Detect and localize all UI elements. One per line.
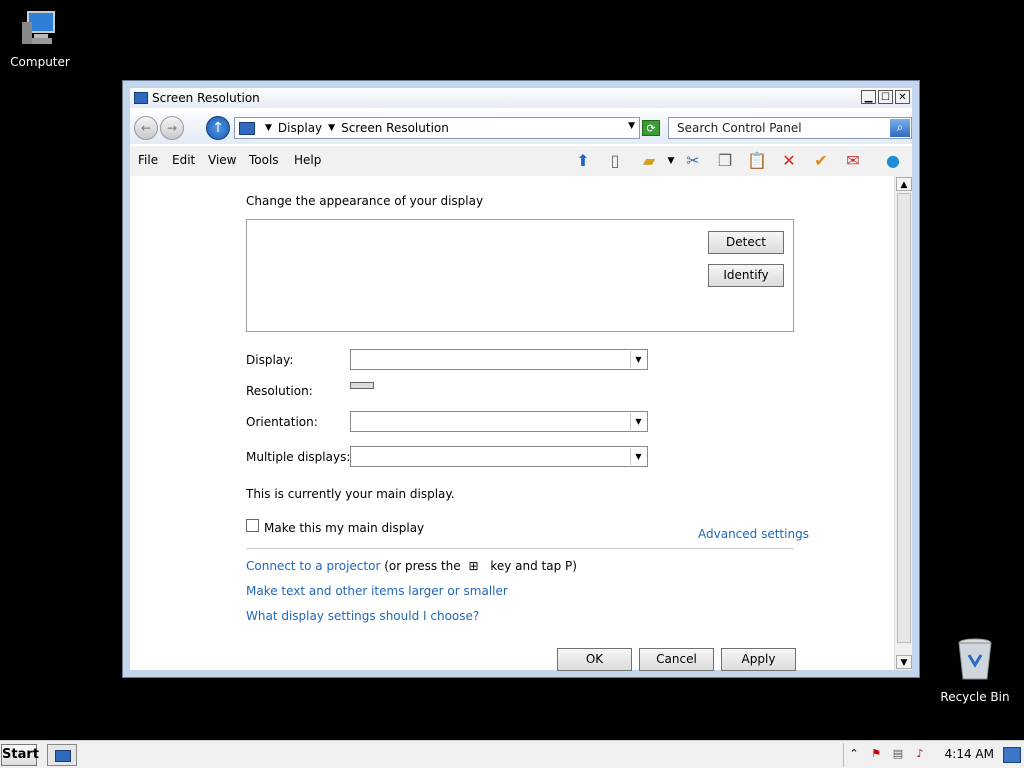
projector-hint-a: (or press the bbox=[384, 559, 461, 573]
clock[interactable]: 4:14 AM bbox=[945, 747, 994, 761]
windows-key-icon: ⊞ bbox=[468, 559, 479, 573]
search-placeholder: Search Control Panel bbox=[677, 121, 802, 135]
monitor-icon bbox=[239, 121, 255, 135]
breadcrumb-display[interactable]: Display bbox=[278, 121, 322, 135]
start-button[interactable]: Start bbox=[1, 744, 39, 766]
address-bar[interactable]: ▼ Display ▼ Screen Resolution ▼ bbox=[234, 117, 640, 139]
computer-icon bbox=[22, 11, 55, 44]
chevron-down-icon[interactable]: ▼ bbox=[630, 448, 646, 465]
search-icon[interactable]: ⌕ bbox=[890, 119, 910, 137]
refresh-button[interactable]: ⟳ bbox=[642, 120, 660, 136]
display-select[interactable]: ▼ bbox=[350, 349, 648, 370]
make-main-display-label[interactable]: Make this my main display bbox=[264, 521, 424, 535]
back-button[interactable]: ← bbox=[134, 116, 158, 140]
monitor-icon bbox=[55, 750, 71, 762]
advanced-settings-link[interactable]: Advanced settings bbox=[698, 527, 809, 541]
maximize-button[interactable]: ☐ bbox=[878, 90, 893, 104]
vertical-scrollbar[interactable]: ▲ ▼ bbox=[894, 176, 912, 670]
content-area: Change the appearance of your display De… bbox=[130, 176, 894, 671]
identify-button[interactable]: Identify bbox=[708, 264, 784, 287]
globe-icon[interactable]: ● bbox=[882, 150, 904, 172]
search-input[interactable]: Search Control Panel ⌕ bbox=[668, 117, 912, 139]
orientation-select[interactable]: ▼ bbox=[350, 411, 648, 432]
menu-tools[interactable]: Tools bbox=[249, 153, 279, 167]
connect-projector-link[interactable]: Connect to a projector bbox=[246, 559, 380, 573]
display-preview[interactable]: Detect Identify bbox=[246, 219, 794, 332]
window-icon bbox=[134, 92, 148, 104]
properties-icon[interactable]: ✉ bbox=[842, 150, 864, 172]
chevron-down-icon[interactable]: ▼ bbox=[660, 150, 682, 172]
title-bar[interactable]: Screen Resolution ▁ ☐ ✕ bbox=[130, 88, 912, 108]
menu-file[interactable]: File bbox=[138, 153, 158, 167]
cancel-button[interactable]: Cancel bbox=[639, 648, 714, 671]
computer-label: Computer bbox=[10, 55, 70, 69]
menu-bar: File Edit View Tools Help ⬆ ▯ ▰ ▼ ✂ ❐ 📋 … bbox=[130, 146, 912, 176]
network-icon[interactable]: ▤ bbox=[890, 746, 906, 762]
folder-icon[interactable]: ▰ bbox=[638, 150, 660, 172]
show-desktop-icon[interactable] bbox=[1003, 747, 1021, 763]
display-settings-help-link[interactable]: What display settings should I choose? bbox=[246, 609, 479, 623]
apply-button[interactable]: Apply bbox=[721, 648, 796, 671]
make-main-display-checkbox[interactable] bbox=[246, 519, 259, 532]
checkmark-icon[interactable]: ✔ bbox=[810, 150, 832, 172]
display-label: Display: bbox=[246, 353, 294, 367]
chevron-down-icon[interactable]: ▼ bbox=[630, 351, 646, 368]
forward-button[interactable]: → bbox=[160, 116, 184, 140]
copy-icon[interactable]: ❐ bbox=[714, 150, 736, 172]
up-arrow-icon[interactable]: ⬆ bbox=[572, 150, 594, 172]
delete-icon[interactable]: ✕ bbox=[778, 150, 800, 172]
navigation-bar: ← → ↑ ▼ Display ▼ Screen Resolution ▼ ⟳ … bbox=[130, 112, 912, 144]
ok-button[interactable]: OK bbox=[557, 648, 632, 671]
projector-line: Connect to a projector (or press the ⊞ k… bbox=[246, 559, 577, 573]
resolution-dropdown[interactable] bbox=[350, 382, 374, 389]
multiple-displays-label: Multiple displays: bbox=[246, 450, 351, 464]
page-heading: Change the appearance of your display bbox=[246, 194, 484, 208]
recycle-bin-label: Recycle Bin bbox=[940, 690, 1010, 704]
breadcrumb-screen-resolution[interactable]: Screen Resolution bbox=[341, 121, 449, 135]
window-body: Screen Resolution ▁ ☐ ✕ ← → ↑ ▼ Display … bbox=[130, 88, 912, 671]
close-button[interactable]: ✕ bbox=[895, 90, 910, 104]
menu-edit[interactable]: Edit bbox=[172, 153, 195, 167]
detect-button[interactable]: Detect bbox=[708, 231, 784, 254]
chevron-down-icon[interactable]: ▼ bbox=[328, 123, 335, 133]
text-size-link[interactable]: Make text and other items larger or smal… bbox=[246, 584, 508, 598]
minimize-button[interactable]: ▁ bbox=[861, 90, 876, 104]
window-title: Screen Resolution bbox=[152, 91, 260, 105]
cut-icon[interactable]: ✂ bbox=[682, 150, 704, 172]
chevron-down-icon[interactable]: ▼ bbox=[630, 413, 646, 430]
up-button[interactable]: ↑ bbox=[206, 116, 230, 140]
recycle-bin-desktop-icon[interactable]: Recycle Bin bbox=[935, 637, 1015, 704]
taskbar-screen-resolution[interactable] bbox=[47, 744, 77, 766]
preview-pane-icon[interactable]: ▯ bbox=[604, 150, 626, 172]
resolution-label: Resolution: bbox=[246, 384, 313, 398]
paste-icon[interactable]: 📋 bbox=[746, 150, 768, 172]
multiple-displays-select[interactable]: ▼ bbox=[350, 446, 648, 467]
scroll-down-icon[interactable]: ▼ bbox=[896, 655, 912, 669]
show-hidden-icons-icon[interactable]: ⌃ bbox=[846, 746, 862, 762]
taskbar: Start ⌃ ⚑ ▤ ♪ 4:14 AM bbox=[0, 740, 1024, 768]
recycle-bin-icon bbox=[958, 638, 992, 680]
scroll-up-icon[interactable]: ▲ bbox=[896, 177, 912, 191]
main-display-status: This is currently your main display. bbox=[246, 487, 455, 501]
screen-resolution-window: Screen Resolution ▁ ☐ ✕ ← → ↑ ▼ Display … bbox=[122, 80, 920, 678]
divider bbox=[246, 548, 794, 549]
scroll-thumb[interactable] bbox=[897, 193, 911, 643]
menu-help[interactable]: Help bbox=[294, 153, 321, 167]
system-tray: ⌃ ⚑ ▤ ♪ 4:14 AM bbox=[843, 743, 1024, 767]
orientation-label: Orientation: bbox=[246, 415, 318, 429]
address-dropdown-icon[interactable]: ▼ bbox=[628, 121, 635, 131]
action-center-icon[interactable]: ⚑ bbox=[868, 746, 884, 762]
volume-icon[interactable]: ♪ bbox=[912, 746, 928, 762]
projector-hint-b: key and tap P) bbox=[490, 559, 577, 573]
menu-view[interactable]: View bbox=[208, 153, 236, 167]
chevron-down-icon[interactable]: ▼ bbox=[265, 123, 272, 133]
computer-desktop-icon[interactable]: Computer bbox=[0, 8, 80, 69]
